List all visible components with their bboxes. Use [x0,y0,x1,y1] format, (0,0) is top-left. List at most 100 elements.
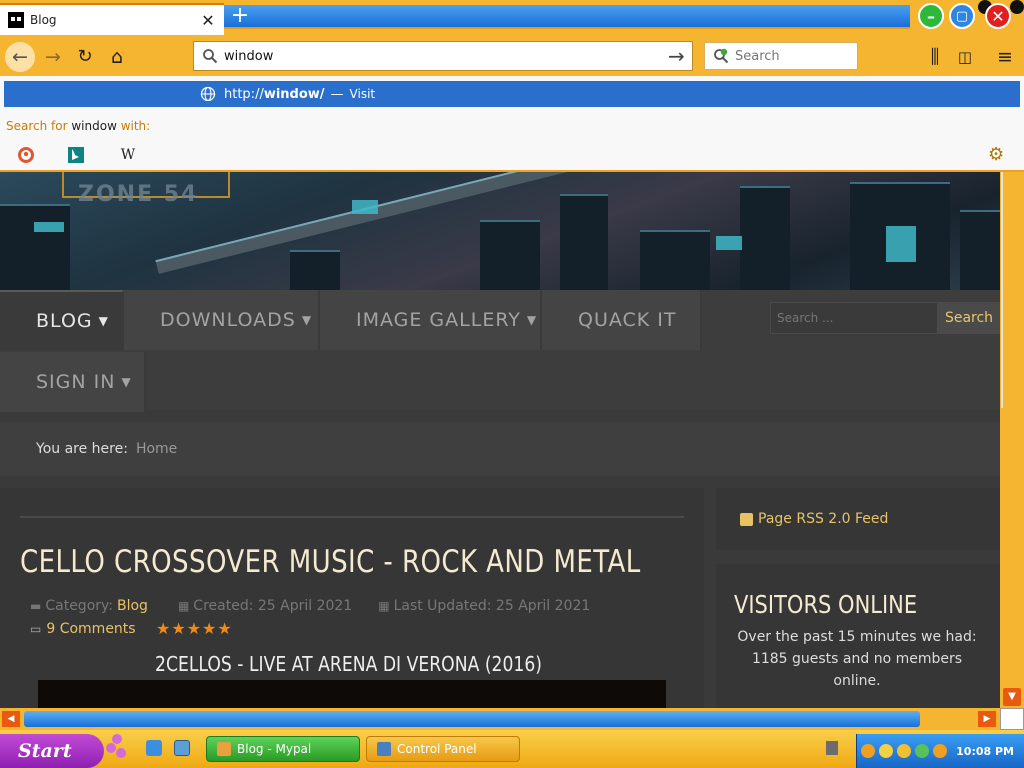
tab-title: Blog [30,13,57,27]
article: CELLO CROSSOVER MUSIC - ROCK AND METAL ▬… [0,488,704,708]
clock[interactable]: 10:08 PM [956,745,1014,758]
bing-icon[interactable] [66,145,86,165]
visitors-text: Over the past 15 minutes we had: 1185 gu… [737,629,977,689]
menu-item-label: BLOG [36,310,93,332]
menu-item-image-gallery[interactable]: IMAGE GALLERY ▼ [320,290,542,350]
vertical-scrollbar-thumb[interactable] [1001,172,1003,408]
back-button[interactable]: ← [5,42,35,72]
search-engine-icon [713,48,729,64]
scroll-down-button[interactable]: ▼ [1003,688,1021,706]
category-link[interactable]: Blog [117,598,148,614]
menu-item-sign-in[interactable]: SIGN IN ▼ [0,352,146,412]
tab-strip [224,5,910,29]
start-button[interactable]: Start [0,734,104,768]
sidebar-button[interactable]: ◫ [950,42,980,72]
security-icon[interactable] [897,744,911,758]
breadcrumb: You are here: Home [0,422,1000,476]
autocomplete-url: http://window/ [224,86,325,102]
menu-item-blog[interactable]: BLOG ▼ [0,290,124,350]
updated-date: ▦ Last Updated: 25 April 2021 [378,598,591,614]
url-bar[interactable]: → [193,41,693,71]
tab-close-icon[interactable]: ✕ [198,11,218,30]
horizontal-scrollbar-thumb[interactable] [24,711,920,727]
menu-item-quack-it[interactable]: QUACK IT [542,290,702,350]
mypal-icon [217,742,231,756]
rss-label: Page RSS 2.0 Feed [758,511,889,527]
category-label: Category: [45,598,113,614]
caret-down-icon: ▼ [526,313,538,327]
search-input[interactable] [735,48,845,64]
site-main-menu: BLOG ▼ DOWNLOADS ▼ IMAGE GALLERY ▼ QUACK IT… [0,290,1000,412]
search-tray-icon[interactable] [861,744,875,758]
show-desktop-icon[interactable] [174,740,190,756]
created-date: ▦ Created: 25 April 2021 [177,598,353,614]
reload-button[interactable]: ↻ [70,42,100,72]
search-settings-icon[interactable]: ⚙ [988,144,1004,165]
caret-down-icon: ▼ [98,314,109,328]
star-rating[interactable]: ★★★★★ [156,619,233,638]
menu-item-downloads[interactable]: DOWNLOADS ▼ [124,290,320,350]
minimize-button[interactable]: – [918,3,944,29]
close-window-button[interactable]: ✕ [985,3,1011,29]
site-search-button[interactable]: Search [938,302,1000,334]
calendar-icon: ▦ [177,599,190,613]
autocomplete-visit-row[interactable]: http://window/ — Visit [4,81,1020,107]
caret-down-icon: ▼ [121,375,132,389]
visitors-online-module: VISITORS ONLINE Over the past 15 minutes… [716,564,1000,708]
navigation-toolbar: ← → ↻ ⌂ → ⫼ ◫ ≡ [0,38,1024,76]
maximize-button[interactable]: ▢ [949,3,975,29]
site-search-input[interactable] [770,302,938,334]
calendar-icon: ▦ [378,599,390,613]
shield-icon[interactable] [879,744,893,758]
comments-link[interactable]: ▭ 9 Comments [30,621,136,637]
network-icon[interactable] [826,741,838,755]
forward-button[interactable]: → [38,42,68,72]
home-button[interactable]: ⌂ [102,42,132,72]
update-icon[interactable] [915,744,929,758]
autocomplete-separator: — [330,86,344,102]
search-for-label: Search for window with: [6,119,151,133]
comment-icon: ▭ [30,622,42,636]
menu-item-label: IMAGE GALLERY [356,309,521,331]
web-page: ZONE 54 BLOG ▼ DOWNLOADS ▼ IMAGE GALLERY ▼ … [0,172,1000,708]
search-bar[interactable] [704,42,858,70]
article-title[interactable]: CELLO CROSSOVER MUSIC - ROCK AND METAL [20,544,641,580]
article-meta: ▬ Category: Blog ▦ Created: 25 April 2021… [30,598,590,614]
system-tray: 10:08 PM [856,734,1024,768]
caret-down-icon: ▼ [301,313,313,327]
taskbar-item-mypal[interactable]: Blog - Mypal [206,736,360,762]
search-icon [202,48,218,64]
visitors-title: VISITORS ONLINE [734,590,918,619]
rss-icon [740,512,753,526]
embedded-video[interactable] [38,680,666,708]
wikipedia-icon[interactable]: W [118,145,138,165]
divider [20,516,684,518]
folder-icon: ▬ [30,599,42,613]
tab-blog[interactable]: Blog ✕ [0,3,224,35]
internet-explorer-icon[interactable] [146,740,162,756]
library-button[interactable]: ⫼ [920,42,950,72]
site-favicon-icon [8,12,24,28]
go-arrow-icon[interactable]: → [668,44,685,68]
tab-bar: Blog ✕ + – ▢ ✕ [0,0,1024,38]
article-subheading: 2CELLOS - LIVE AT ARENA DI VERONA (2016) [155,652,543,676]
breadcrumb-label: You are here: [36,441,128,457]
vertical-scrollbar[interactable] [1000,172,1024,708]
menu-button[interactable]: ≡ [990,42,1020,72]
menu-item-label: DOWNLOADS [160,309,296,331]
globe-icon [200,86,216,102]
url-input[interactable] [224,48,664,64]
scroll-right-button[interactable]: ▶ [978,711,996,727]
flower-decoration-icon [106,734,130,762]
menu-item-label: SIGN IN [36,371,116,393]
control-panel-icon [377,742,391,756]
scrollbar-corner [1000,708,1024,730]
new-tab-button[interactable]: + [228,5,252,29]
breadcrumb-home-link[interactable]: Home [136,441,177,457]
magnifier-icon[interactable] [933,744,947,758]
site-logo[interactable]: ZONE 54 [78,182,198,207]
duckduckgo-icon[interactable] [16,145,36,165]
scroll-left-button[interactable]: ◀ [2,711,20,727]
rss-feed-link[interactable]: Page RSS 2.0 Feed [716,488,1000,550]
taskbar-item-control-panel[interactable]: Control Panel [366,736,520,762]
